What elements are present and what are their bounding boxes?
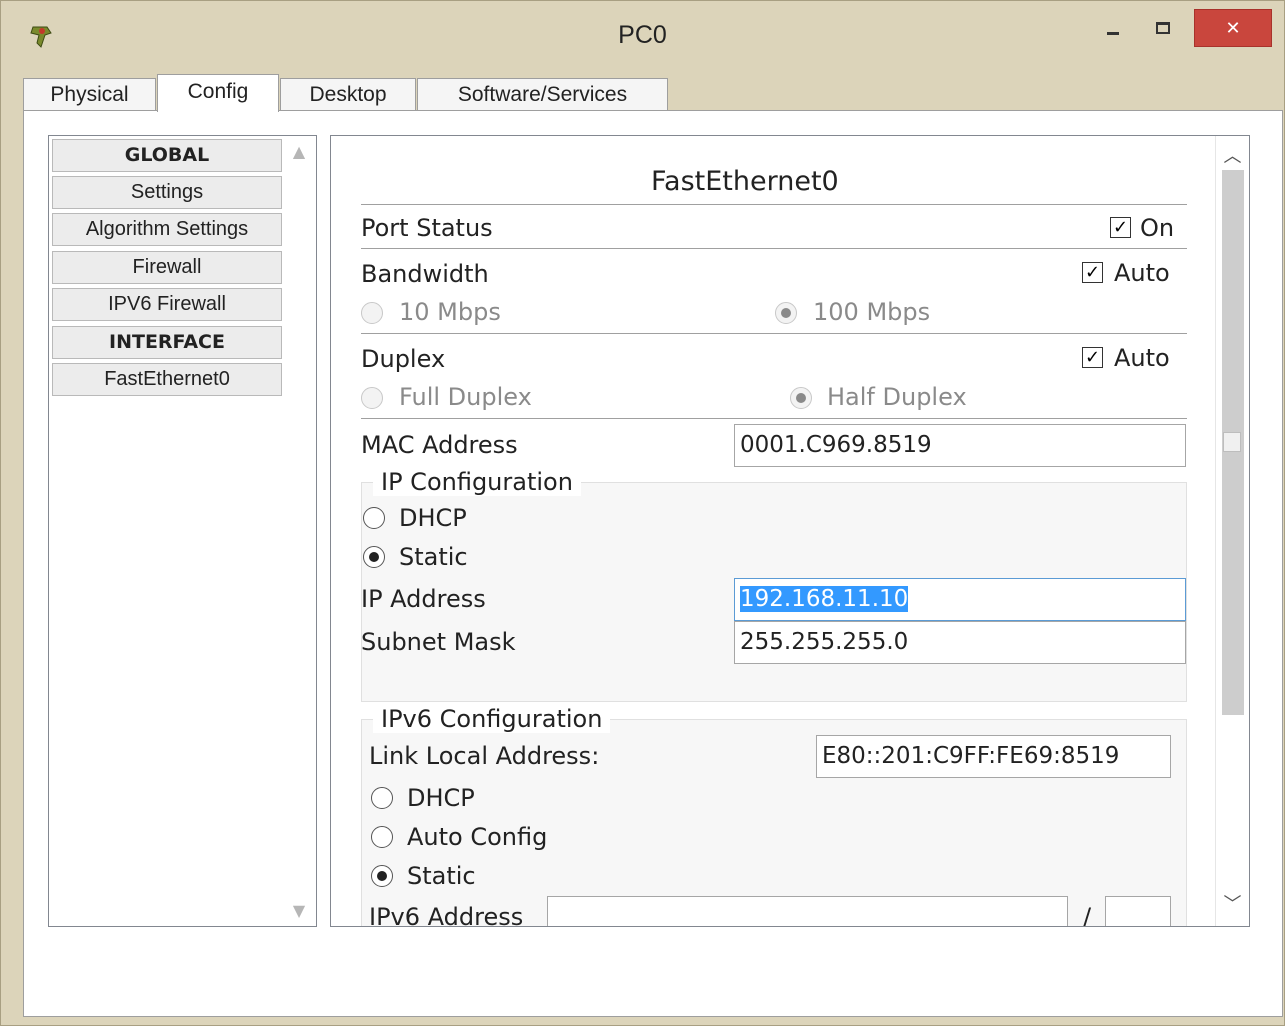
divider (361, 418, 1187, 419)
ip-configuration-title: IP Configuration (373, 468, 581, 496)
ipv6-auto-config-radio[interactable] (371, 826, 393, 848)
maximize-icon (1156, 22, 1170, 34)
check-icon: ✓ (1084, 261, 1101, 283)
config-content: GLOBAL Settings Algorithm Settings Firew… (23, 110, 1283, 1017)
sidebar-scrollbar[interactable]: ▲ ▼ (282, 136, 316, 926)
mac-address-field[interactable]: 0001.C969.8519 (734, 424, 1186, 467)
scroll-up-icon[interactable]: ▲ (282, 142, 316, 161)
tab-desktop[interactable]: Desktop (280, 78, 416, 111)
sidebar-item-fastethernet0[interactable]: FastEthernet0 (52, 363, 282, 396)
config-sidebar: GLOBAL Settings Algorithm Settings Firew… (48, 135, 317, 927)
ipv6-dhcp-label: DHCP (407, 784, 475, 812)
panel-scrollbar[interactable]: ︿ ﹀ (1215, 136, 1249, 926)
sidebar-header-global: GLOBAL (52, 139, 282, 172)
full-duplex-label: Full Duplex (399, 383, 532, 411)
ipv6-static-label: Static (407, 862, 476, 890)
mac-address-label: MAC Address (361, 431, 518, 459)
ip-dhcp-label: DHCP (399, 504, 467, 532)
interface-panel: FastEthernet0 Port Status ✓ On Bandwidth… (330, 135, 1250, 927)
bandwidth-label: Bandwidth (361, 260, 489, 288)
tab-physical[interactable]: Physical (23, 78, 156, 111)
ip-address-selected-text: 192.168.11.10 (740, 586, 909, 612)
bandwidth-10-label: 10 Mbps (399, 298, 501, 326)
link-local-address-field[interactable]: E80::201:C9FF:FE69:8519 (816, 735, 1171, 778)
scrollbar-thumb[interactable] (1223, 432, 1241, 452)
scroll-down-icon[interactable]: ﹀ (1216, 890, 1249, 916)
tab-config[interactable]: Config (157, 74, 279, 112)
scroll-down-icon[interactable]: ▼ (282, 901, 316, 920)
window-title: PC0 (618, 21, 667, 49)
sidebar-header-interface: INTERFACE (52, 326, 282, 359)
radio-dot-icon (796, 393, 806, 403)
radio-dot-icon (781, 308, 791, 318)
ip-static-label: Static (399, 543, 468, 571)
ipv6-static-radio[interactable] (371, 865, 393, 887)
ipv6-auto-config-label: Auto Config (407, 823, 548, 851)
sidebar-item-algorithm-settings[interactable]: Algorithm Settings (52, 213, 282, 246)
link-local-address-label: Link Local Address: (369, 742, 600, 770)
tab-software-services[interactable]: Software/Services (417, 78, 668, 111)
radio-dot-icon (377, 871, 387, 881)
half-duplex-radio[interactable] (790, 387, 812, 409)
ip-address-field[interactable]: 192.168.11.10 (734, 578, 1186, 621)
prefix-separator: / (1083, 903, 1092, 927)
divider (361, 248, 1187, 249)
ipv6-prefix-field[interactable] (1105, 896, 1171, 926)
port-status-checkbox[interactable]: ✓ (1110, 217, 1131, 238)
subnet-mask-field[interactable]: 255.255.255.0 (734, 621, 1186, 664)
check-icon: ✓ (1112, 216, 1129, 238)
divider (361, 333, 1187, 334)
bandwidth-auto-label: Auto (1114, 259, 1170, 287)
full-duplex-radio[interactable] (361, 387, 383, 409)
ipv6-address-field[interactable] (547, 896, 1068, 926)
pc0-window: PC0 ✕ Physical Config Desktop Software/S… (0, 0, 1285, 1026)
ip-static-radio[interactable] (363, 546, 385, 568)
duplex-label: Duplex (361, 345, 446, 373)
divider (361, 204, 1187, 205)
maximize-button[interactable] (1145, 11, 1181, 45)
sidebar-item-settings[interactable]: Settings (52, 176, 282, 209)
port-status-on-label: On (1140, 214, 1175, 242)
scroll-up-icon[interactable]: ︿ (1216, 142, 1249, 168)
close-icon: ✕ (1225, 17, 1241, 39)
ip-dhcp-radio[interactable] (363, 507, 385, 529)
bandwidth-10-radio[interactable] (361, 302, 383, 324)
port-status-label: Port Status (361, 214, 493, 242)
bandwidth-auto-checkbox[interactable]: ✓ (1082, 262, 1103, 283)
sidebar-item-ipv6-firewall[interactable]: IPV6 Firewall (52, 288, 282, 321)
ip-address-label: IP Address (361, 585, 486, 613)
minimize-icon (1107, 31, 1119, 35)
ipv6-address-label: IPv6 Address (369, 903, 524, 927)
duplex-auto-checkbox[interactable]: ✓ (1082, 347, 1103, 368)
sidebar-item-firewall[interactable]: Firewall (52, 251, 282, 284)
bandwidth-100-radio[interactable] (775, 302, 797, 324)
title-bar[interactable]: PC0 ✕ (1, 1, 1284, 67)
half-duplex-label: Half Duplex (827, 383, 967, 411)
ipv6-configuration-title: IPv6 Configuration (373, 705, 611, 733)
duplex-auto-label: Auto (1114, 344, 1170, 372)
subnet-mask-label: Subnet Mask (361, 628, 516, 656)
close-button[interactable]: ✕ (1194, 9, 1272, 47)
interface-title: FastEthernet0 (651, 166, 839, 197)
bandwidth-100-label: 100 Mbps (813, 298, 931, 326)
ipv6-dhcp-radio[interactable] (371, 787, 393, 809)
minimize-button[interactable] (1095, 11, 1131, 45)
radio-dot-icon (369, 552, 379, 562)
check-icon: ✓ (1084, 346, 1101, 368)
